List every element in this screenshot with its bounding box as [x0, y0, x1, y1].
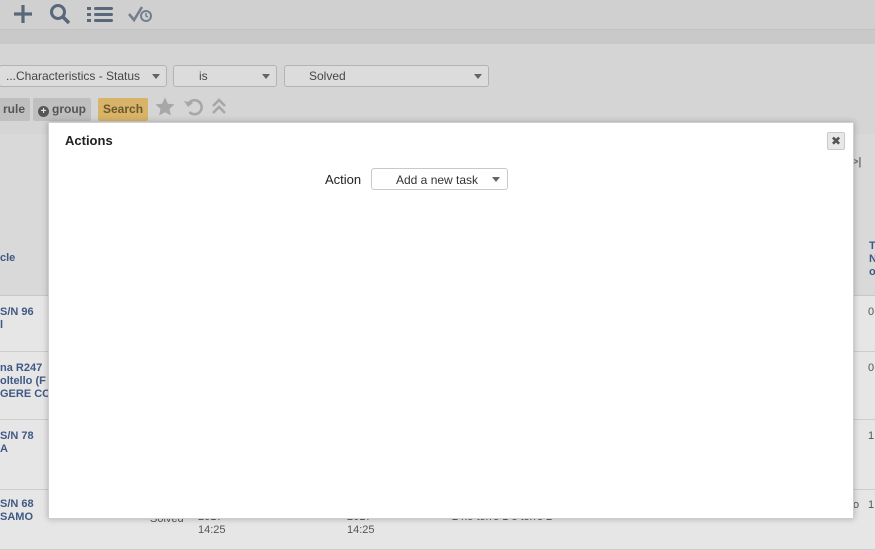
action-select-value: Add a new task [396, 173, 479, 187]
dialog-title: Actions [65, 133, 113, 148]
close-icon[interactable]: ✖ [827, 132, 845, 150]
chevron-down-icon [492, 177, 500, 182]
action-label: Action [325, 172, 362, 187]
actions-dialog: Actions ✖ Action Add a new task [48, 122, 854, 519]
action-select[interactable]: Add a new task [371, 168, 508, 190]
